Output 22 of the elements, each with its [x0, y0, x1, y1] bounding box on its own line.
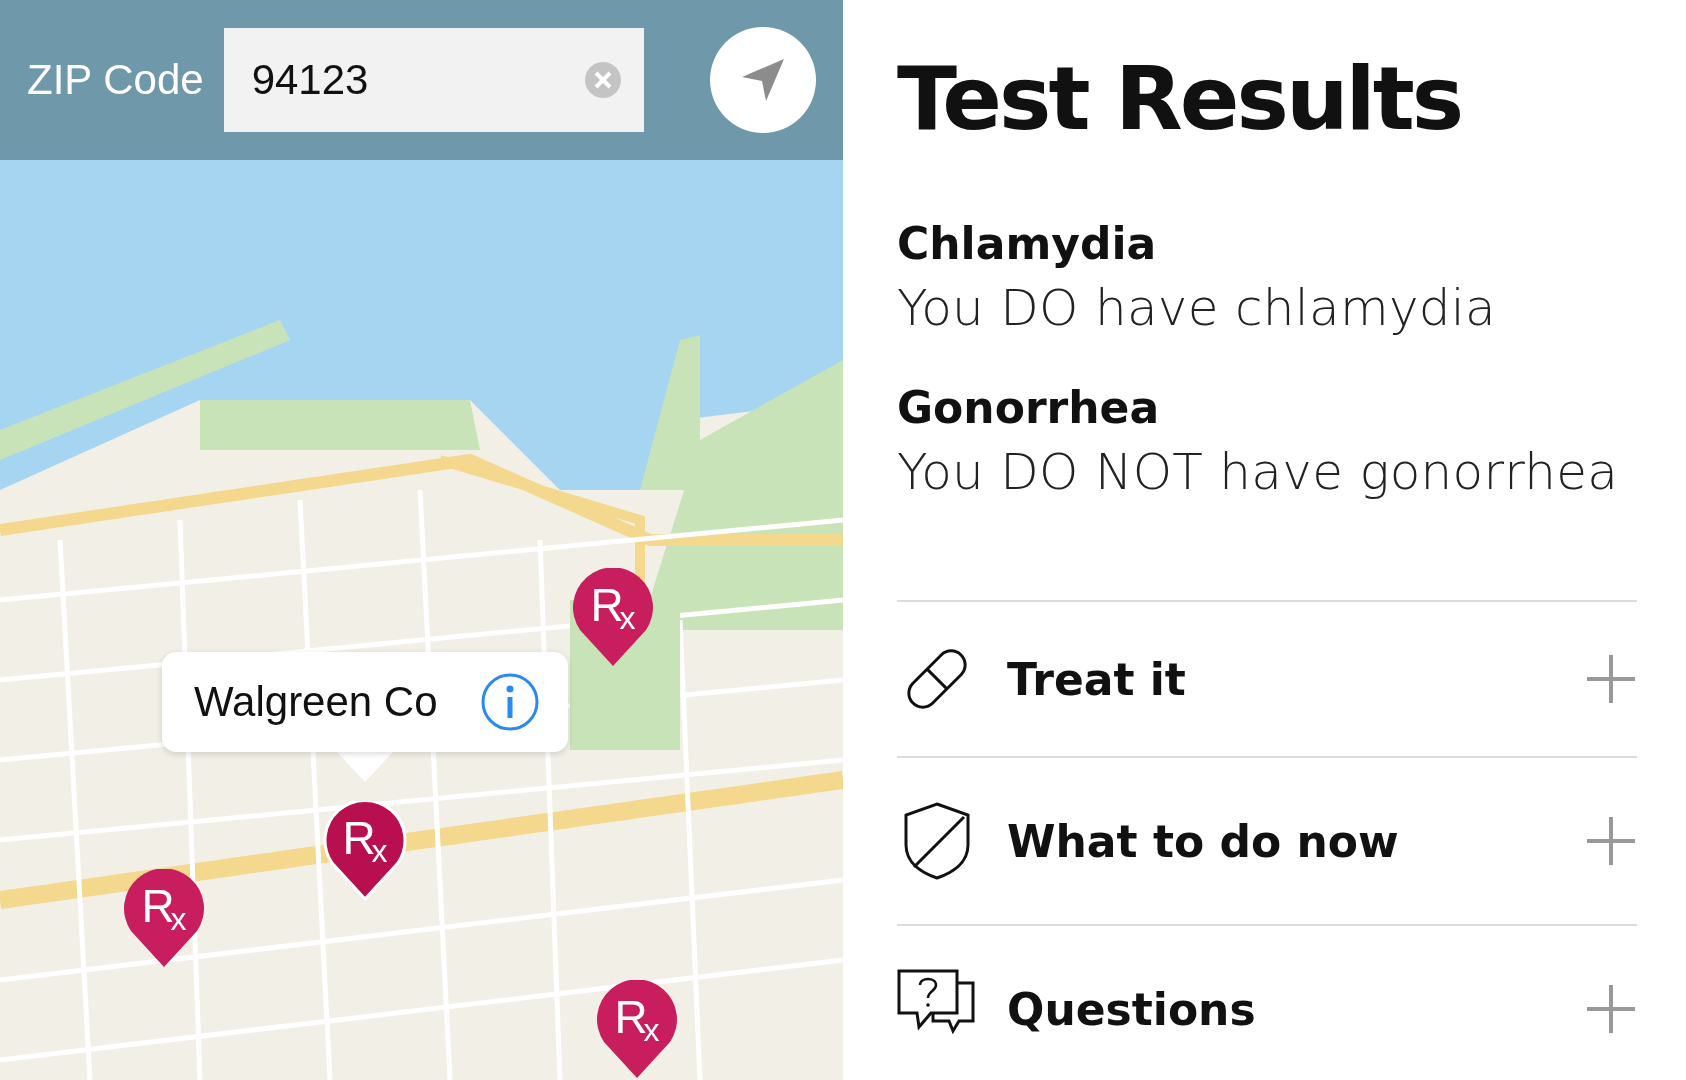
- condition-name: Gonorrhea: [897, 381, 1161, 435]
- pharmacy-pin[interactable]: R$_{x}$: [121, 869, 207, 969]
- section-title[interactable]: Questions: [1007, 983, 1256, 1035]
- result-text: You DO NOT have gonorrhea: [897, 442, 1620, 503]
- pharmacy-pin[interactable]: R$_{x}$: [594, 980, 680, 1080]
- pharmacy-pin[interactable]: R$_{x}$: [322, 801, 408, 901]
- expand-icon[interactable]: [1585, 653, 1637, 705]
- zip-code-label: ZIP Code: [27, 56, 204, 104]
- info-icon[interactable]: [480, 672, 540, 732]
- condition-name: Chlamydia: [897, 217, 1158, 271]
- section-title[interactable]: Treat it: [1007, 653, 1186, 705]
- zip-code-field[interactable]: 94123: [223, 28, 644, 132]
- place-name: Walgreen Co: [194, 678, 438, 726]
- section-title[interactable]: What to do now: [1007, 815, 1399, 867]
- page-title: Test Results: [897, 46, 1463, 152]
- expand-icon[interactable]: [1585, 983, 1637, 1035]
- shield-icon: [902, 801, 972, 881]
- place-callout[interactable]: Walgreen Co: [162, 652, 568, 752]
- pharmacy-pin[interactable]: R$_{x}$: [570, 568, 656, 668]
- result-text: You DO have chlamydia: [897, 278, 1497, 339]
- expand-icon[interactable]: [1585, 815, 1637, 867]
- clear-icon[interactable]: [583, 61, 622, 99]
